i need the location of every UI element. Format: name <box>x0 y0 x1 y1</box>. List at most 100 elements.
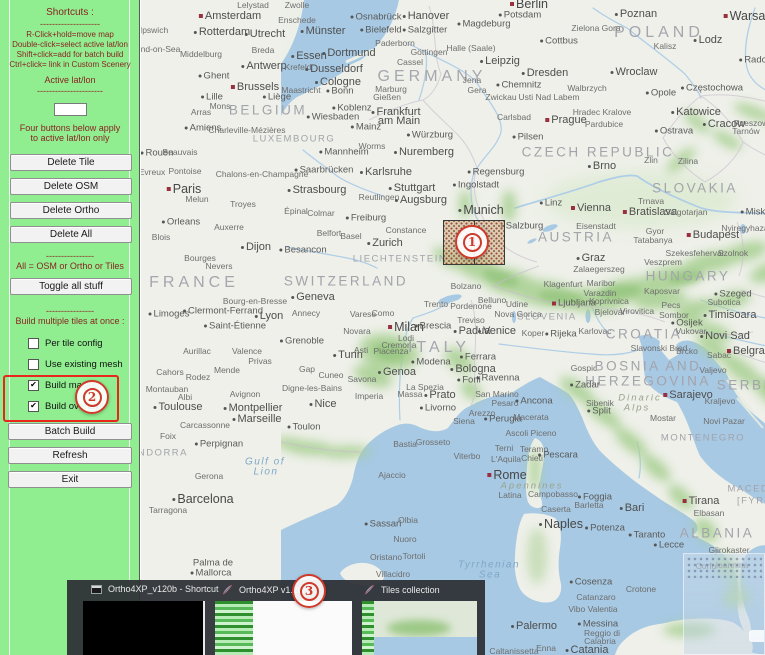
map-label: Koblenz <box>332 103 372 114</box>
city-dot-icon <box>333 353 337 357</box>
map-label: ALBANIA <box>679 525 755 541</box>
map-label: Beauvais <box>162 147 198 157</box>
delete-tile-button[interactable]: Delete Tile <box>10 154 132 171</box>
city-dot-icon <box>538 453 542 457</box>
map-label: Nevers <box>205 261 233 271</box>
city-dot-icon <box>240 245 244 249</box>
map-label: Split <box>587 406 611 417</box>
map-label: Bonn <box>326 86 354 97</box>
city-dot-icon <box>614 12 618 16</box>
city-dot-icon <box>190 571 194 575</box>
map-label: Prato <box>424 389 456 401</box>
map-label: Częstochowa <box>680 83 743 94</box>
map-label: Leipzig <box>480 55 520 67</box>
map-label: Novi Sad <box>700 330 750 342</box>
city-dot-icon <box>671 321 675 325</box>
city-dot-icon <box>539 522 543 526</box>
taskbar-window-console[interactable]: Ortho4XP_v120b - Shortcut <box>67 580 219 655</box>
map-label: Trento <box>423 299 449 309</box>
checkbox-per-tile-config[interactable]: Per tile config <box>28 337 103 349</box>
taskbar-window-tiles-collection[interactable]: Tiles collection <box>360 580 485 655</box>
map-label: Latina <box>498 490 522 500</box>
map-label: Antwerp <box>241 60 287 72</box>
app-preview-thumbnail[interactable] <box>215 601 352 655</box>
map-label: Enna <box>536 643 556 653</box>
map-label: Avignon <box>229 389 261 399</box>
checkbox-box[interactable] <box>28 358 39 370</box>
map-label: Geneva <box>291 291 335 303</box>
delete-ortho-button[interactable]: Delete Ortho <box>10 202 132 219</box>
map-label: Digne-les-Bains <box>282 383 342 393</box>
city-dot-icon <box>515 399 519 403</box>
batch-build-button[interactable]: Batch Build <box>8 423 132 440</box>
map-label: Graz <box>576 252 605 264</box>
city-dot-icon <box>141 151 144 155</box>
map-label: Mainz <box>350 122 381 133</box>
map-label: Klagenfurt <box>543 279 583 289</box>
map-label: CROATIA <box>605 326 683 342</box>
console-preview-thumbnail[interactable] <box>83 601 205 655</box>
checkbox-box[interactable] <box>28 337 39 349</box>
tiles-preview-terrain <box>387 619 451 637</box>
separator: ---------------- <box>46 306 94 316</box>
map-label: Arras <box>190 107 212 117</box>
map-label: Bourg-en-Bresse <box>222 296 288 306</box>
taskbar-window-ortho4xp[interactable]: Ortho4XP v1.20b <box>207 580 360 655</box>
map-label: Pilsen <box>512 132 543 143</box>
map-canvas[interactable]: Ipswich Southend-on-Sea Zwolle LelystadAmst… <box>140 0 765 655</box>
map-label: Genoa <box>377 366 416 378</box>
city-dot-icon <box>291 295 295 299</box>
four-buttons-note: to active lat/lon only <box>30 133 110 143</box>
map-label: Annecy <box>291 308 321 318</box>
capital-marker-icon <box>663 393 668 397</box>
checkbox-use-existing-mesh[interactable]: Use existing mesh <box>28 358 123 370</box>
active-latlon-input[interactable] <box>54 103 87 116</box>
city-dot-icon <box>388 186 392 190</box>
map-label: Nuremberg <box>393 146 454 158</box>
city-dot-icon <box>540 39 544 43</box>
annotation-number: 1 <box>462 232 482 252</box>
city-dot-icon <box>512 135 516 139</box>
city-dot-icon <box>305 67 309 71</box>
toggle-all-stuff-button[interactable]: Toggle all stuff <box>10 278 132 295</box>
map-label: Tatabanya <box>633 235 673 245</box>
city-dot-icon <box>740 210 744 214</box>
map-label: Koprivnica <box>589 296 629 306</box>
map-label: Grosseto <box>415 437 451 447</box>
city-dot-icon <box>521 71 525 75</box>
map-label: Novi Pazar <box>703 416 745 426</box>
map-label: SLOVENIA <box>517 311 577 323</box>
map-label: Walbrzych <box>567 83 607 93</box>
delete-osm-button[interactable]: Delete OSM <box>10 178 132 195</box>
city-dot-icon <box>539 201 543 205</box>
city-dot-icon <box>610 70 614 74</box>
city-dot-icon <box>671 110 675 114</box>
city-dot-icon <box>480 59 484 63</box>
map-label: Troyes <box>230 199 256 209</box>
city-dot-icon <box>619 506 623 510</box>
city-dot-icon <box>198 74 202 78</box>
map-label: Mons <box>209 101 231 111</box>
exit-button[interactable]: Exit <box>8 471 132 488</box>
map-label: Orleans <box>161 217 200 228</box>
map-label: Pardubice <box>584 119 624 129</box>
map-label: Evreux <box>140 167 166 177</box>
map-label: Maribor <box>586 278 616 288</box>
map-label: Liège <box>262 92 291 103</box>
city-dot-icon <box>457 22 461 26</box>
city-dot-icon <box>496 83 500 87</box>
map-label: Wroclaw <box>610 66 657 78</box>
city-dot-icon <box>332 106 336 110</box>
corner-overlay-dots <box>686 556 762 578</box>
annotation-circle-3: 3 <box>292 574 326 608</box>
map-label: Regensburg <box>467 167 524 178</box>
map-label: Freiburg <box>345 213 386 224</box>
city-dot-icon <box>371 110 375 114</box>
city-dot-icon <box>693 38 697 42</box>
tiles-preview-thumbnail[interactable] <box>362 601 477 655</box>
city-dot-icon <box>279 248 283 252</box>
map-label: Pescara <box>538 450 578 461</box>
map-label: Kaposvar <box>644 286 680 296</box>
refresh-button[interactable]: Refresh <box>8 447 132 464</box>
delete-all-button[interactable]: Delete All <box>10 226 132 243</box>
